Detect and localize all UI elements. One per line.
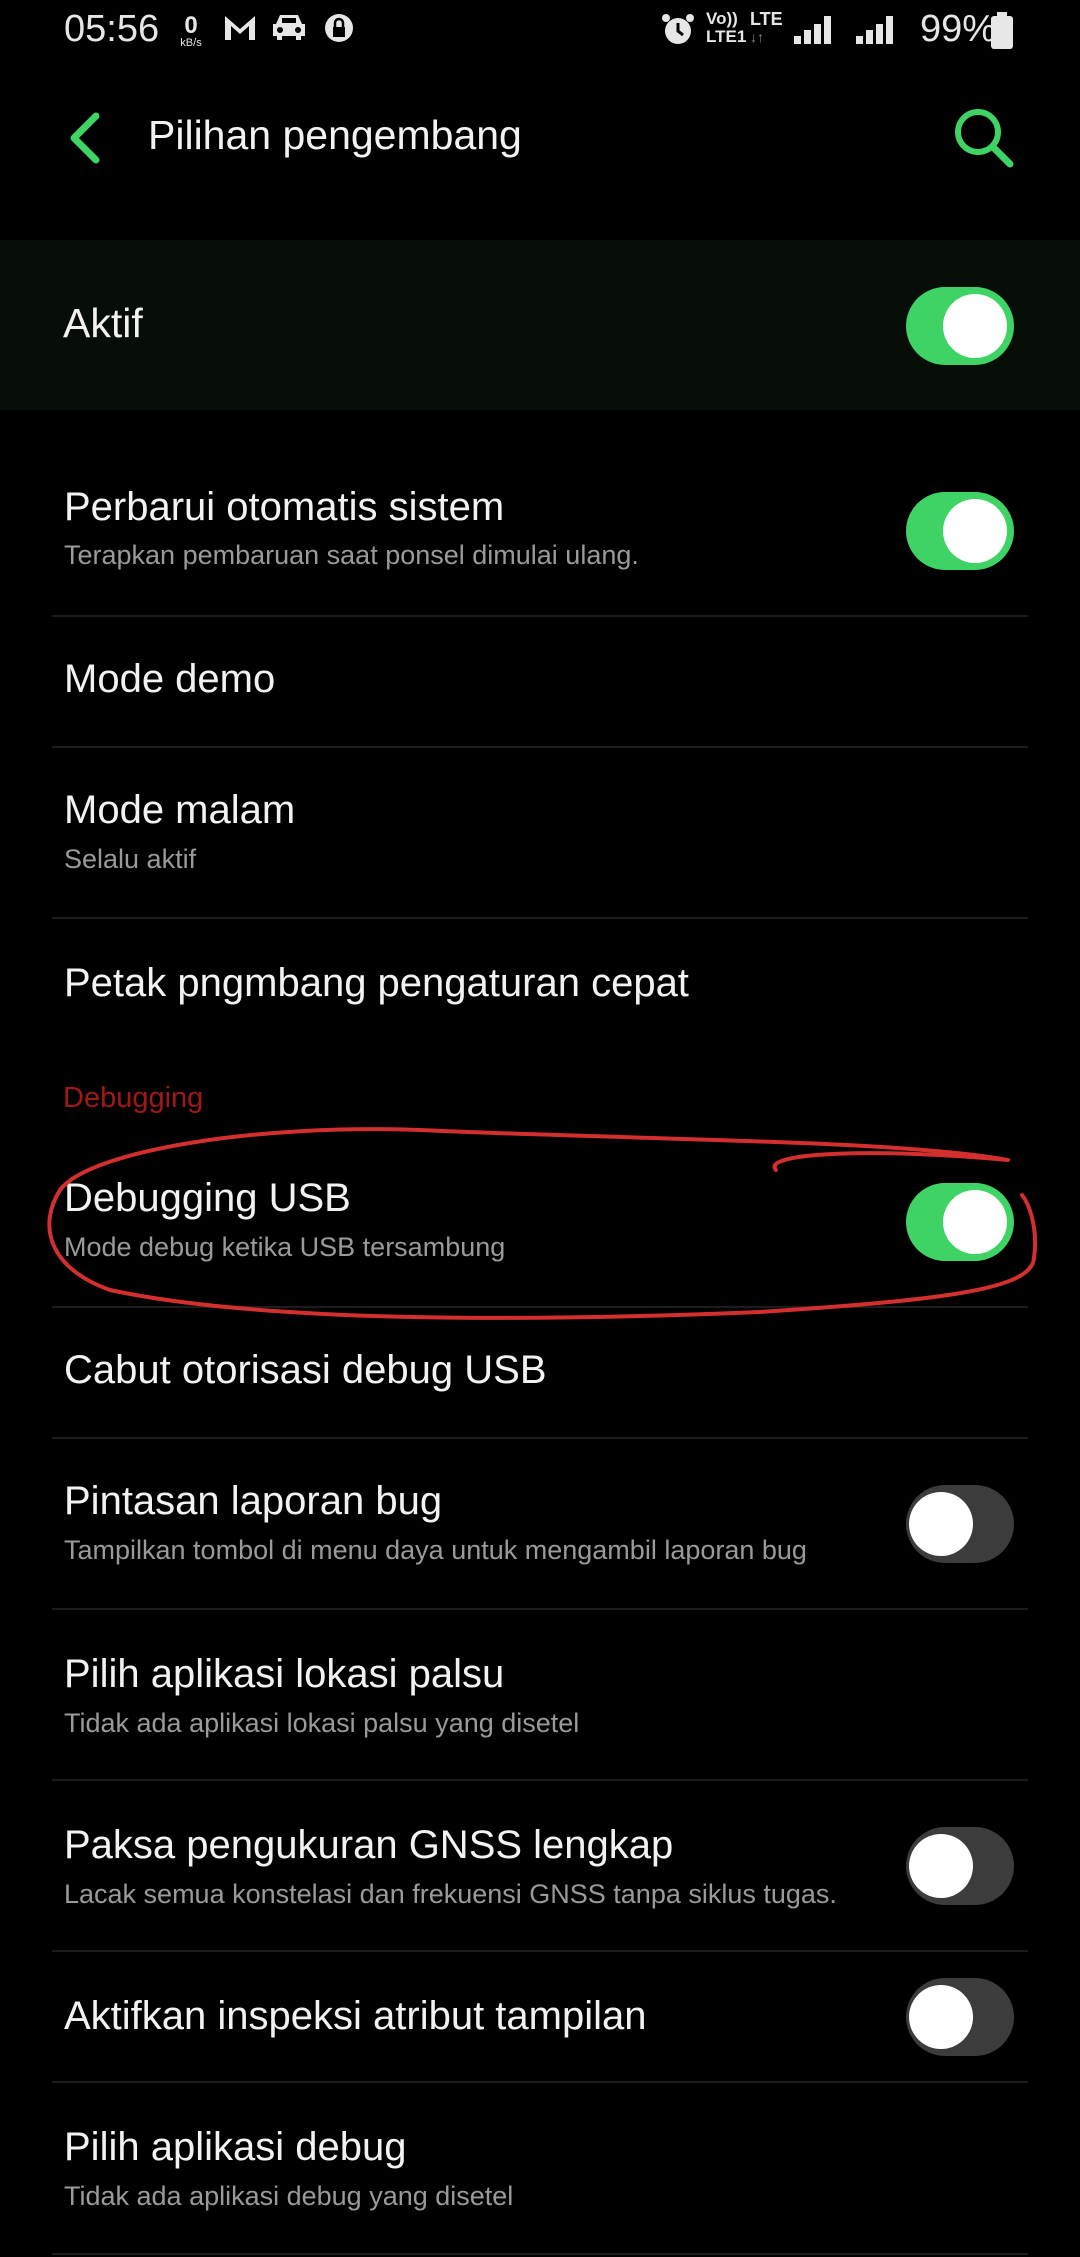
status-time: 05:56 (64, 8, 160, 50)
divider (52, 2253, 1028, 2255)
setting-title: Petak pngmbang pengaturan cepat (64, 961, 689, 1005)
setting-summary: Mode debug ketika USB tersambung (64, 1232, 506, 1262)
developer-options-master-switch[interactable]: Aktif (0, 240, 1080, 410)
search-icon[interactable] (950, 104, 1016, 170)
setting-summary: Lacak semua konstelasi dan frekuensi GNS… (64, 1879, 837, 1909)
setting-title: Debugging USB (64, 1176, 351, 1220)
setting-summary: Tidak ada aplikasi debug yang disetel (64, 2181, 514, 2211)
lte-indicator: LTE ↓↑ (750, 9, 783, 45)
setting-revoke-usb-auth[interactable]: Cabut otorisasi debug USB (52, 1308, 1028, 1438)
force-gnss-toggle[interactable] (906, 1827, 1014, 1905)
setting-title: Paksa pengukuran GNSS lengkap (64, 1823, 674, 1867)
alarm-icon (662, 14, 694, 44)
setting-night-mode[interactable]: Mode malam Selalu aktif (52, 748, 1028, 918)
master-switch-label: Aktif (63, 300, 143, 346)
setting-debug-app[interactable]: Pilih aplikasi debug Tidak ada aplikasi … (52, 2083, 1028, 2253)
status-bar: 05:56 0 kB/s Vo)) LTE1 LTE ↓↑ 99% (0, 0, 1080, 62)
lock-icon (325, 14, 353, 42)
toggle-knob (943, 1190, 1007, 1254)
setting-summary: Terapkan pembaruan saat ponsel dimulai u… (64, 540, 639, 570)
bug-report-shortcut-toggle[interactable] (906, 1485, 1014, 1563)
toggle-knob (943, 499, 1007, 563)
auto-system-update-toggle[interactable] (906, 492, 1014, 570)
app-bar: Pilihan pengembang (0, 62, 1080, 212)
setting-bug-report-shortcut[interactable]: Pintasan laporan bug Tampilkan tombol di… (52, 1439, 1028, 1609)
setting-title: Cabut otorisasi debug USB (64, 1348, 547, 1392)
setting-mock-location-app[interactable]: Pilih aplikasi lokasi palsu Tidak ada ap… (52, 1610, 1028, 1780)
setting-title: Perbarui otomatis sistem (64, 485, 505, 529)
setting-view-attribute-inspection[interactable]: Aktifkan inspeksi atribut tampilan (52, 1952, 1028, 2082)
toggle-knob (943, 294, 1007, 358)
car-icon (273, 15, 305, 40)
setting-title: Aktifkan inspeksi atribut tampilan (64, 1994, 647, 2038)
page-title: Pilihan pengembang (148, 112, 522, 158)
setting-title: Pilih aplikasi debug (64, 2125, 407, 2169)
toggle-knob (909, 1985, 973, 2049)
setting-summary: Selalu aktif (64, 844, 197, 874)
signal-icon (856, 16, 893, 44)
master-toggle[interactable] (906, 287, 1014, 365)
setting-title: Mode demo (64, 657, 276, 701)
setting-title: Mode malam (64, 788, 296, 832)
volte-indicator: Vo)) LTE1 (706, 9, 747, 46)
setting-auto-system-update[interactable]: Perbarui otomatis sistem Terapkan pembar… (52, 470, 1028, 616)
setting-summary: Tampilkan tombol di menu daya untuk meng… (64, 1535, 807, 1565)
setting-force-gnss[interactable]: Paksa pengukuran GNSS lengkap Lacak semu… (52, 1781, 1028, 1951)
battery-icon (991, 12, 1013, 49)
setting-usb-debugging[interactable]: Debugging USB Mode debug ketika USB ters… (52, 1160, 1028, 1306)
view-attribute-inspection-toggle[interactable] (906, 1978, 1014, 2056)
battery-percent: 99% (920, 8, 997, 50)
gmail-icon (225, 16, 255, 40)
setting-summary: Tidak ada aplikasi lokasi palsu yang dis… (64, 1708, 580, 1738)
usb-debugging-toggle[interactable] (906, 1183, 1014, 1261)
section-header-debugging: Debugging (63, 1082, 204, 1114)
setting-title: Pintasan laporan bug (64, 1479, 443, 1523)
network-speed: 0 kB/s (180, 12, 202, 49)
toggle-knob (909, 1492, 973, 1556)
setting-quick-settings-tiles[interactable]: Petak pngmbang pengaturan cepat (52, 919, 1028, 1049)
toggle-knob (909, 1834, 973, 1898)
setting-demo-mode[interactable]: Mode demo (52, 617, 1028, 747)
back-arrow-icon[interactable] (60, 110, 116, 166)
setting-title: Pilih aplikasi lokasi palsu (64, 1652, 505, 1696)
signal-icon (794, 16, 831, 44)
